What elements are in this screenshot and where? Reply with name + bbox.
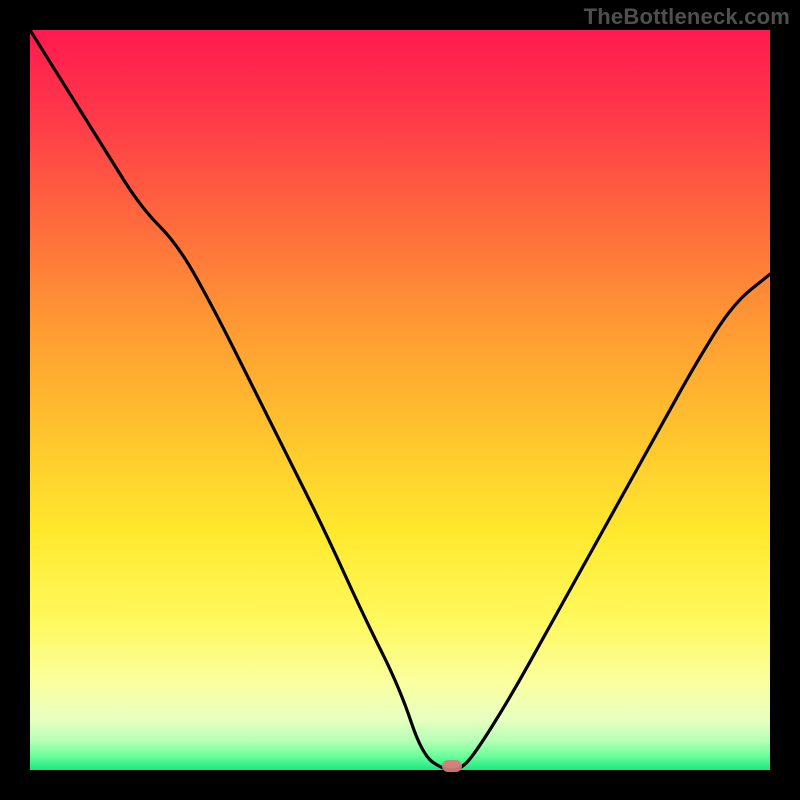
- watermark-text: TheBottleneck.com: [584, 4, 790, 30]
- minimum-marker: [442, 760, 462, 772]
- plot-area: [30, 30, 770, 770]
- bottleneck-curve-path: [30, 30, 770, 770]
- curve-svg: [30, 30, 770, 770]
- chart-frame: TheBottleneck.com: [0, 0, 800, 800]
